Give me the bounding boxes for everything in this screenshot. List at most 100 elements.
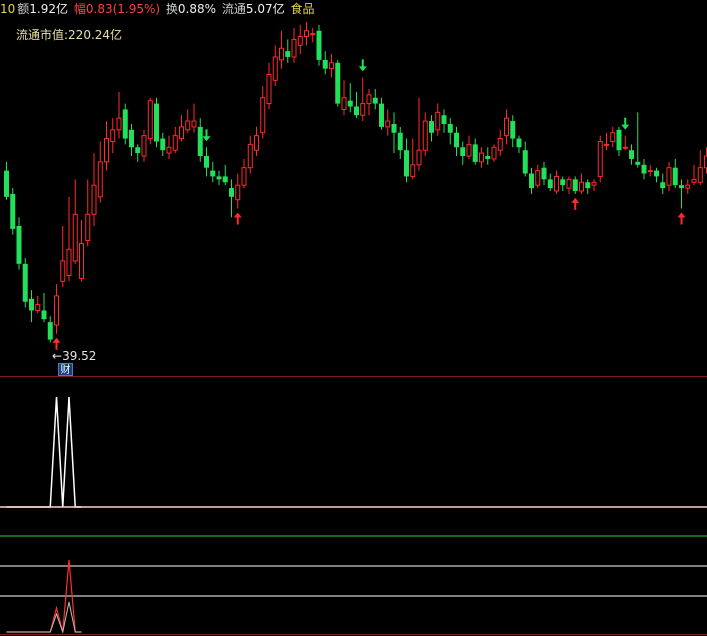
- candle-body-up: [54, 295, 59, 326]
- candle-body-up: [604, 143, 609, 146]
- candle-body-down: [4, 170, 9, 197]
- candle-body-up: [385, 120, 391, 128]
- candle-body-down: [397, 132, 403, 151]
- candle-body-up: [491, 146, 497, 160]
- candle-body-down: [529, 173, 534, 189]
- candle-body-up: [79, 242, 84, 279]
- low-price-value: 39.52: [62, 349, 97, 363]
- candle-body-down: [522, 150, 528, 174]
- candle-body-up: [166, 146, 172, 154]
- candle-body-down: [404, 150, 409, 177]
- candle-body-down: [47, 322, 53, 340]
- candle-body-up: [191, 120, 197, 128]
- candle-body-up: [116, 117, 122, 131]
- candle-body-up: [310, 33, 316, 36]
- candle-body-up: [535, 170, 541, 186]
- candle-body-up: [479, 152, 484, 163]
- turnover-value: 0.88%: [177, 2, 217, 16]
- candle-body-up: [597, 140, 603, 177]
- candle-body-down: [679, 185, 684, 189]
- indicator-upper-line: [6, 396, 82, 508]
- candle-body-up: [416, 149, 422, 166]
- candle-body-down: [354, 106, 359, 116]
- float-value: 5.07亿: [245, 2, 285, 16]
- sell-arrow-head: [358, 66, 367, 72]
- candle-body-up: [110, 129, 116, 142]
- candle-body-down: [629, 150, 634, 159]
- kline-chart: [0, 22, 707, 635]
- float-label: 流通: [221, 2, 246, 16]
- candle-body-up: [422, 120, 428, 151]
- candle-body-up: [329, 62, 334, 70]
- candle-body-down: [285, 51, 291, 57]
- candle-body-up: [697, 167, 703, 183]
- candle-body-up: [35, 304, 41, 311]
- candle-body-up: [647, 170, 653, 173]
- candle-body-down: [322, 59, 328, 69]
- candle-body-up: [279, 47, 284, 61]
- candle-body-up: [497, 138, 503, 151]
- candle-body-down: [129, 129, 134, 148]
- candle-body-up: [241, 167, 247, 186]
- candle-body-up: [179, 126, 184, 140]
- candle-body-down: [216, 176, 222, 180]
- candle-body-down: [472, 144, 478, 162]
- market-cap: 流通市值:220.24亿: [16, 28, 123, 42]
- candle-body-up: [610, 132, 616, 142]
- candle-body-up: [685, 184, 691, 189]
- candle-body-down: [222, 176, 228, 183]
- candle-body-up: [147, 100, 153, 140]
- candle-body-up: [247, 143, 253, 169]
- candle-body-down: [460, 147, 466, 157]
- candle-body-up: [554, 175, 559, 192]
- candle-body-down: [672, 167, 678, 186]
- candle-body-down: [160, 138, 166, 151]
- candle-body-down: [641, 164, 647, 174]
- candle-body-up: [410, 164, 416, 177]
- stock-code-fragment: 10: [0, 2, 16, 16]
- amount-label: 额: [17, 2, 30, 16]
- candle-body-down: [547, 179, 553, 189]
- candle-body-up: [435, 111, 441, 131]
- candle-body-up: [341, 97, 347, 110]
- candle-body-down: [391, 123, 397, 133]
- candle-body-up: [72, 213, 78, 262]
- candle-body-down: [660, 182, 666, 189]
- candle-body-down: [541, 167, 547, 180]
- amount-value: 1.92亿: [29, 2, 69, 16]
- candle-body-up: [185, 120, 191, 131]
- candle-body-up: [172, 135, 178, 151]
- candle-body-up: [254, 135, 259, 151]
- candle-body-up: [466, 143, 472, 157]
- finance-badge[interactable]: 财: [58, 363, 73, 376]
- candle-body-down: [654, 170, 659, 177]
- sell-arrow-head: [621, 124, 630, 130]
- candle-body-down: [229, 188, 234, 197]
- candle-body-down: [454, 132, 459, 148]
- amplitude-label: 幅: [73, 2, 86, 16]
- sector-name: 食品: [290, 2, 315, 16]
- indicator-lower-white-line: [6, 601, 82, 634]
- candle-body-down: [22, 263, 28, 302]
- candle-body-down: [197, 126, 203, 157]
- candle-body-down: [122, 109, 128, 139]
- candle-body-down: [510, 121, 516, 139]
- candle-body-down: [210, 170, 216, 177]
- candle-body-down: [585, 182, 591, 189]
- candle-body-down: [379, 103, 384, 127]
- candle-body-up: [297, 36, 303, 46]
- candle-body-up: [60, 260, 66, 282]
- candle-body-up: [104, 138, 109, 163]
- candle-body-up: [666, 167, 672, 186]
- candle-body-down: [560, 179, 566, 186]
- candle-body-down: [154, 103, 159, 142]
- candle-body-up: [622, 146, 628, 149]
- candle-body-up: [266, 73, 272, 105]
- low-price-marker: ←39.52: [52, 349, 96, 363]
- low-arrow: ←: [52, 349, 63, 363]
- candle-body-down: [316, 30, 322, 60]
- sell-arrow-head: [202, 136, 211, 142]
- candle-body-down: [29, 298, 34, 311]
- amplitude-value: 0.83(1.95%): [85, 2, 161, 16]
- candle-body-up: [366, 94, 372, 105]
